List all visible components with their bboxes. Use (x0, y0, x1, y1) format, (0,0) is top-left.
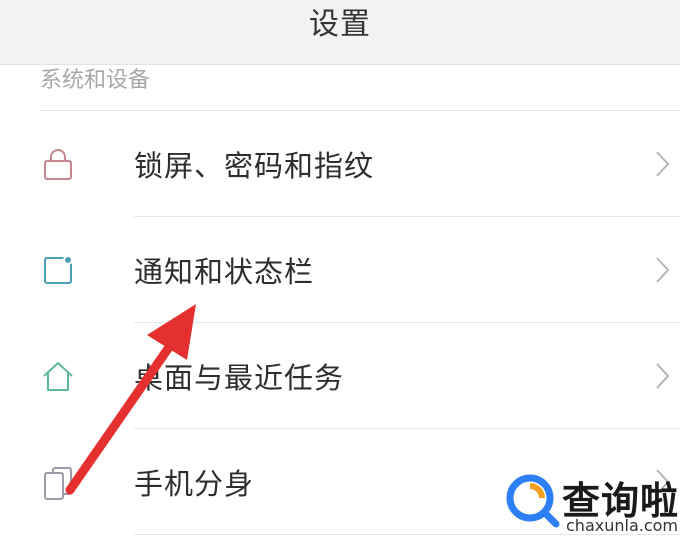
notification-icon (44, 255, 73, 284)
settings-item-label: 锁屏、密码和指纹 (134, 149, 375, 183)
settings-item-notifications[interactable]: 通知和状态栏 (0, 217, 680, 323)
settings-item-label: 通知和状态栏 (134, 255, 315, 289)
settings-item-lock-screen[interactable]: 锁屏、密码和指纹 (0, 111, 680, 217)
lock-icon (44, 149, 72, 180)
magnifier-logo-icon (506, 474, 560, 528)
settings-item-label: 桌面与最近任务 (134, 361, 345, 395)
clone-icon (44, 467, 72, 500)
section-header: 系统和设备 (40, 68, 151, 93)
title-bar: 设置 (0, 0, 680, 65)
watermark: 查询啦 chaxunla.com (500, 466, 680, 546)
home-icon (43, 362, 73, 391)
chevron-right-icon (656, 363, 670, 389)
chevron-right-icon (656, 257, 670, 283)
chevron-right-icon (656, 151, 670, 177)
settings-item-label: 手机分身 (134, 467, 255, 501)
settings-item-desktop[interactable]: 桌面与最近任务 (0, 323, 680, 429)
watermark-url: chaxunla.com (566, 516, 678, 535)
page-title: 设置 (309, 7, 371, 42)
